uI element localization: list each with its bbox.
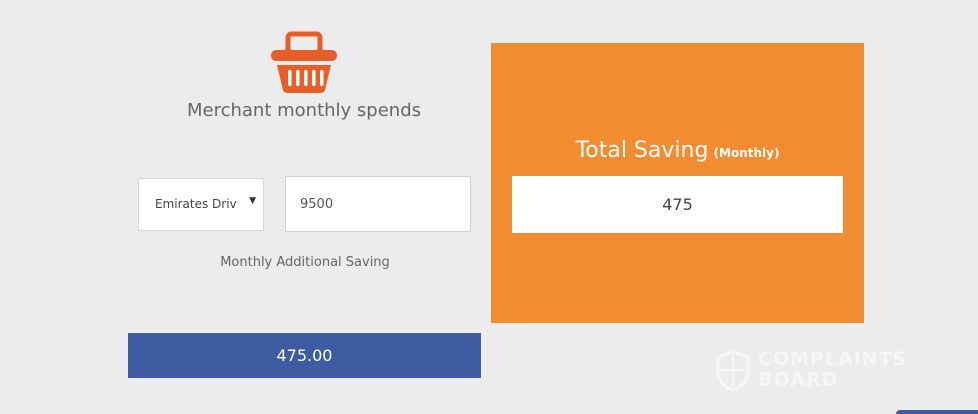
watermark-line-1: COMPLAINTS	[758, 348, 908, 370]
merchant-select-value: Emirates Driv	[155, 197, 237, 211]
chevron-down-icon: ▼	[249, 196, 256, 206]
total-saving-title-text: Total Saving	[575, 138, 709, 163]
total-saving-value: 475	[662, 195, 693, 214]
total-saving-period: (Monthly)	[713, 146, 780, 160]
total-saving-panel: Total Saving (Monthly) 475	[491, 43, 864, 323]
additional-saving-result: 475.00	[128, 333, 481, 378]
additional-saving-label: Monthly Additional Saving	[220, 255, 390, 270]
corner-tab[interactable]	[896, 410, 978, 414]
merchant-spend-heading: Merchant monthly spends	[186, 100, 422, 121]
basket-icon	[271, 31, 337, 93]
monthly-spend-input[interactable]	[285, 176, 471, 232]
total-saving-title: Total Saving (Monthly)	[491, 138, 864, 163]
total-saving-value-box: 475	[512, 176, 843, 233]
shield-icon	[716, 350, 750, 392]
watermark-line-2: BOARD	[758, 369, 839, 391]
additional-saving-value: 475.00	[276, 346, 333, 365]
merchant-select[interactable]: Emirates Driv ▼	[138, 178, 264, 231]
